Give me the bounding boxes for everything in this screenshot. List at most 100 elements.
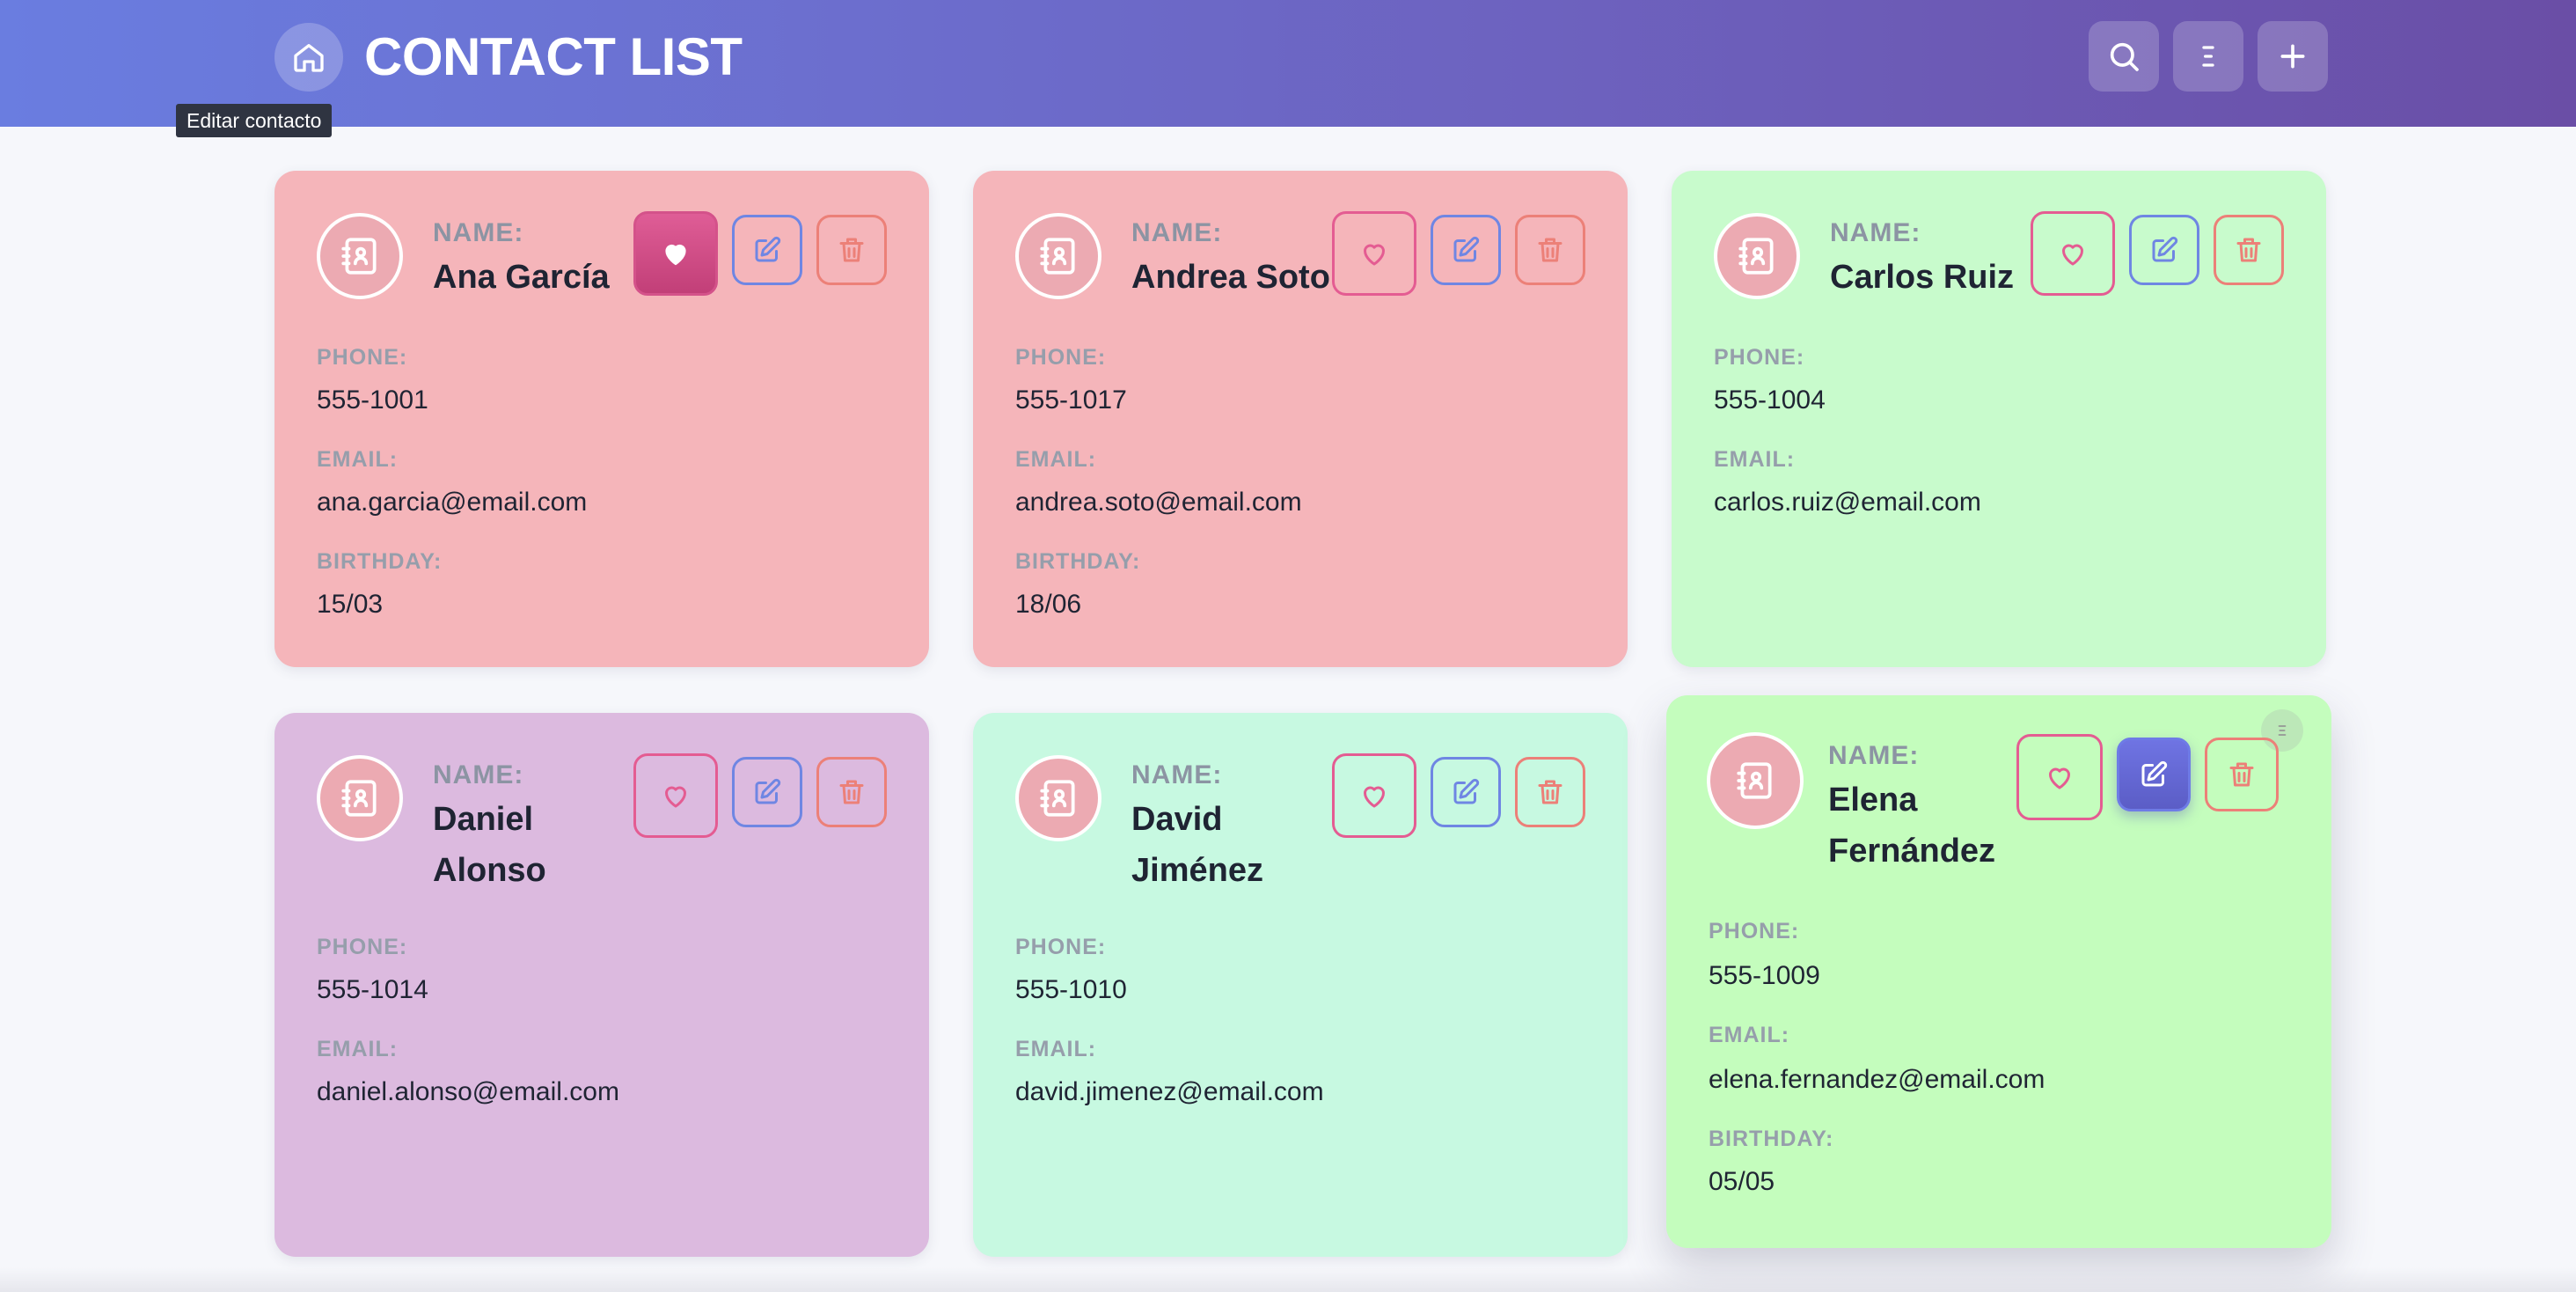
contact-name: David Jiménez xyxy=(1131,801,1263,889)
edit-icon xyxy=(755,778,781,804)
menu-icon xyxy=(2202,46,2214,67)
birthday-value: 18/06 xyxy=(1015,590,1082,619)
contact-card: NAME: Ana García PHONE: 555-1001 EMAIL: … xyxy=(274,171,929,667)
delete-button[interactable] xyxy=(1515,215,1585,285)
avatar xyxy=(317,755,403,841)
avatar xyxy=(317,213,403,299)
email-label: EMAIL: xyxy=(1714,447,1796,472)
avatar xyxy=(1714,213,1800,299)
search-button[interactable] xyxy=(2089,21,2159,92)
avatar xyxy=(1015,755,1101,841)
name-label: NAME: xyxy=(433,760,524,789)
avatar xyxy=(1707,732,1804,829)
contact-name: Carlos Ruiz xyxy=(1830,259,2015,296)
card-actions xyxy=(633,753,887,838)
email-label: EMAIL: xyxy=(317,1037,399,1061)
edit-button[interactable] xyxy=(2117,738,2191,811)
plus-icon xyxy=(2280,44,2305,69)
birthday-value: 15/03 xyxy=(317,590,384,619)
heart-icon xyxy=(665,244,686,266)
home-icon xyxy=(294,44,324,72)
email-value: ana.garcia@email.com xyxy=(317,488,588,517)
heart-icon xyxy=(1364,244,1385,266)
email-value: david.jimenez@email.com xyxy=(1015,1077,1324,1106)
phone-label: PHONE: xyxy=(1714,345,1805,370)
heart-icon xyxy=(2049,767,2070,789)
email-label: EMAIL: xyxy=(1709,1023,1790,1047)
drag-handle-icon xyxy=(2278,724,2287,737)
favorite-button[interactable] xyxy=(633,211,718,296)
heart-icon xyxy=(665,786,686,808)
contact-card: NAME: David Jiménez PHONE: 555-1010 EMAI… xyxy=(973,713,1628,1257)
delete-button[interactable] xyxy=(816,215,887,285)
phone-value: 555-1004 xyxy=(1714,385,1826,415)
scroll-shadow xyxy=(0,1267,2576,1292)
contact-book-icon xyxy=(341,780,377,817)
add-contact-button[interactable] xyxy=(2258,21,2328,92)
phone-label: PHONE: xyxy=(1015,345,1107,370)
menu-button[interactable] xyxy=(2173,21,2243,92)
heart-icon xyxy=(1364,786,1385,808)
contact-book-icon xyxy=(1738,238,1774,275)
contact-book-icon xyxy=(1737,762,1772,799)
app-header: CONTACT LIST xyxy=(0,0,2576,127)
delete-button[interactable] xyxy=(1515,757,1585,827)
email-value: elena.fernandez@email.com xyxy=(1709,1065,2045,1094)
delete-button[interactable] xyxy=(2214,215,2284,285)
favorite-button[interactable] xyxy=(1332,753,1416,838)
edit-button[interactable] xyxy=(1431,757,1501,827)
search-icon xyxy=(2110,42,2139,71)
email-value: daniel.alonso@email.com xyxy=(317,1077,619,1106)
delete-button[interactable] xyxy=(816,757,887,827)
email-label: EMAIL: xyxy=(1015,1037,1097,1061)
card-actions xyxy=(2016,734,2279,820)
contact-card: NAME: Elena Fernández PHONE: 555-1009 EM… xyxy=(1666,695,2331,1248)
contact-name: Ana García xyxy=(433,259,610,296)
phone-value: 555-1017 xyxy=(1015,385,1127,415)
phone-label: PHONE: xyxy=(317,345,408,370)
heart-icon xyxy=(2062,244,2083,266)
contact-card: NAME: Carlos Ruiz PHONE: 555-1004 EMAIL:… xyxy=(1672,171,2326,667)
trash-icon xyxy=(839,780,864,804)
contact-book-icon xyxy=(341,238,377,275)
birthday-label: BIRTHDAY: xyxy=(1015,549,1141,574)
edit-icon xyxy=(1453,236,1480,262)
contact-name: Daniel Alonso xyxy=(433,801,546,889)
edit-icon xyxy=(1453,778,1480,804)
name-label: NAME: xyxy=(1830,218,1921,247)
phone-value: 555-1009 xyxy=(1709,961,1820,990)
name-label: NAME: xyxy=(1131,760,1223,789)
delete-button[interactable] xyxy=(2205,738,2279,811)
phone-label: PHONE: xyxy=(317,935,408,959)
birthday-label: BIRTHDAY: xyxy=(1709,1127,1834,1151)
contact-book-icon xyxy=(1040,780,1075,817)
phone-label: PHONE: xyxy=(1015,935,1107,959)
card-actions xyxy=(633,211,887,296)
contact-name: Andrea Soto xyxy=(1131,259,1330,296)
contact-book-icon xyxy=(1040,238,1075,275)
home-button[interactable] xyxy=(274,23,343,92)
favorite-button[interactable] xyxy=(2031,211,2115,296)
edit-icon xyxy=(755,236,781,262)
email-label: EMAIL: xyxy=(317,447,399,472)
trash-icon xyxy=(2229,762,2254,787)
tooltip: Editar contacto xyxy=(176,104,333,137)
phone-value: 555-1010 xyxy=(1015,975,1127,1004)
edit-button[interactable] xyxy=(2129,215,2199,285)
contact-name: Elena Fernández xyxy=(1828,782,1996,870)
favorite-button[interactable] xyxy=(633,753,718,838)
phone-label: PHONE: xyxy=(1709,919,1800,943)
email-value: andrea.soto@email.com xyxy=(1015,488,1302,517)
edit-icon xyxy=(2141,760,2168,787)
contact-card: NAME: Andrea Soto PHONE: 555-1017 EMAIL:… xyxy=(973,171,1628,667)
phone-value: 555-1001 xyxy=(317,385,428,415)
favorite-button[interactable] xyxy=(1332,211,1416,296)
edit-button[interactable] xyxy=(1431,215,1501,285)
edit-icon xyxy=(2152,236,2178,262)
card-actions xyxy=(1332,753,1585,838)
birthday-value: 05/05 xyxy=(1709,1167,1775,1196)
avatar xyxy=(1015,213,1101,299)
edit-button[interactable] xyxy=(732,757,802,827)
edit-button[interactable] xyxy=(732,215,802,285)
favorite-button[interactable] xyxy=(2016,734,2103,820)
